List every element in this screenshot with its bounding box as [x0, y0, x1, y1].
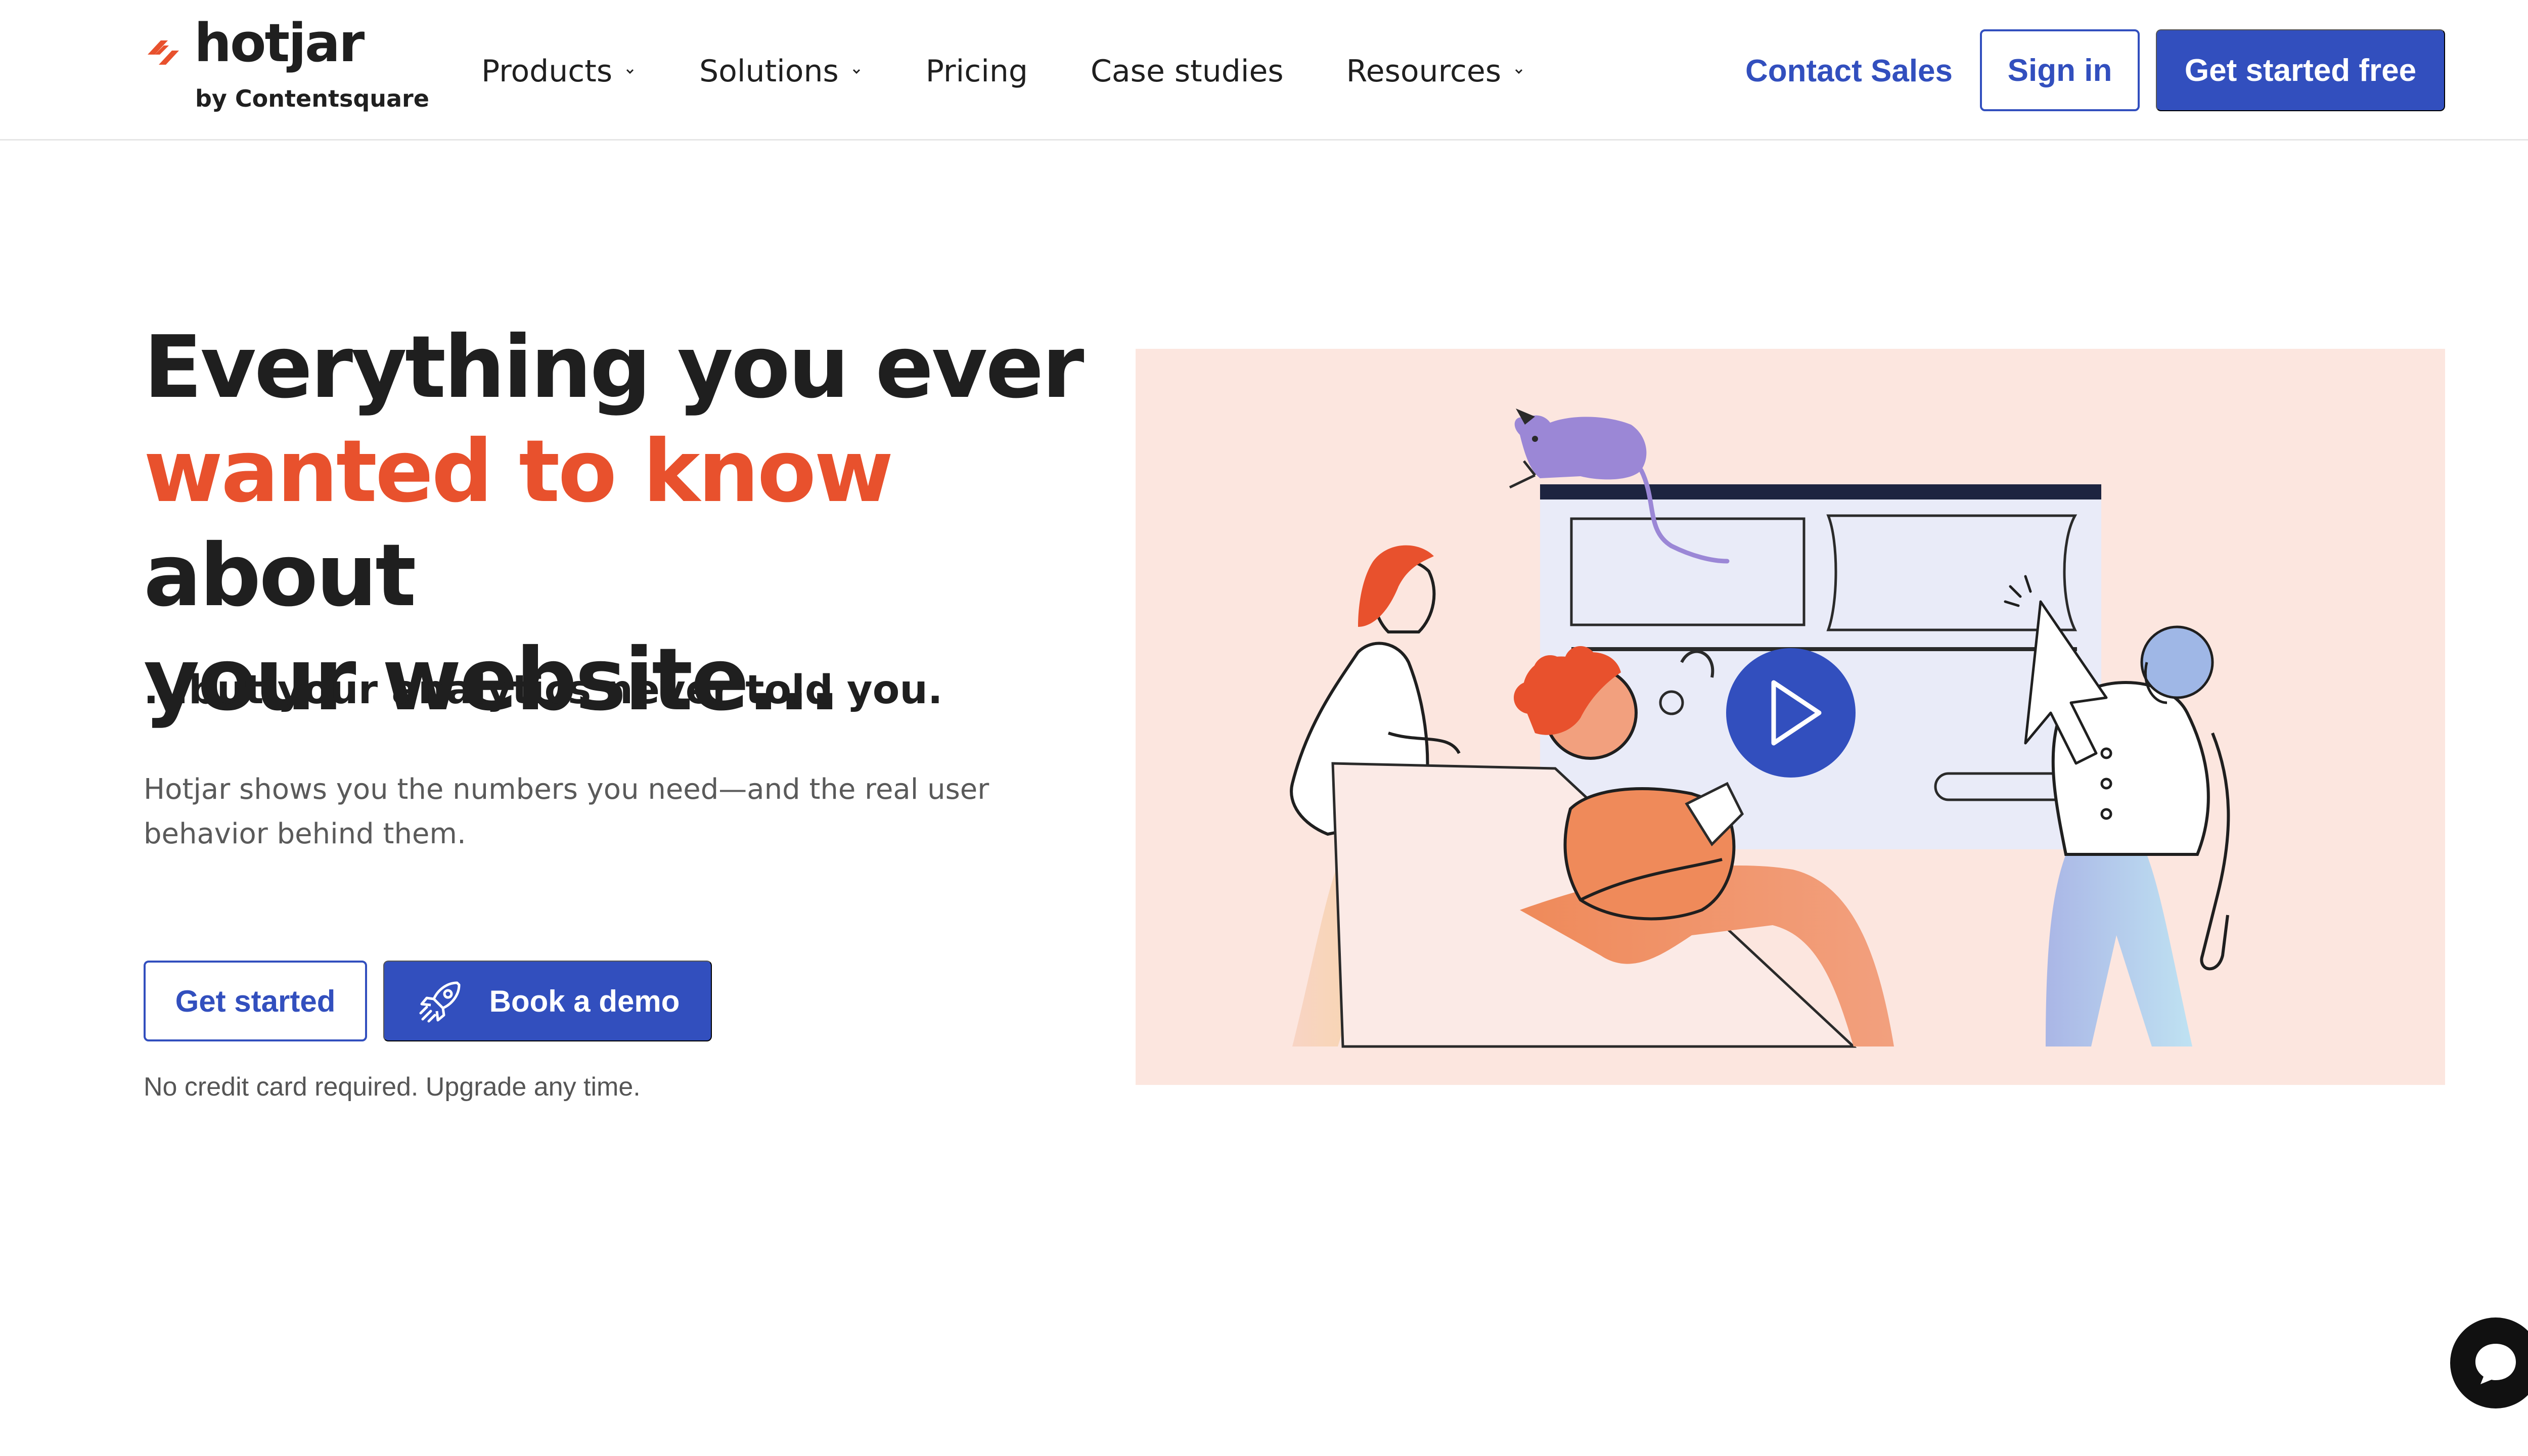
book-demo-label: Book a demo: [489, 984, 680, 1018]
hero-title-after-accent: about: [144, 526, 416, 626]
chevron-down-icon: [852, 69, 860, 74]
chat-widget-button[interactable]: [2450, 1317, 2528, 1408]
logo-tagline: by Contentsquare: [195, 85, 429, 112]
hero-description: Hotjar shows you the numbers you need—an…: [144, 773, 989, 850]
get-started-button[interactable]: Get started: [144, 961, 367, 1041]
nav-item-resources[interactable]: Resources: [1346, 54, 1525, 89]
hero-video[interactable]: [1136, 349, 2445, 1085]
hotjar-logo-icon: [148, 40, 179, 65]
main-nav: Products Solutions Pricing Case studies …: [481, 49, 1588, 94]
hero-title-accent: wanted to know: [144, 422, 893, 522]
nav-item-pricing[interactable]: Pricing: [926, 54, 1028, 89]
hotjar-logo[interactable]: hotjar by Contentsquare: [144, 12, 429, 122]
nav-item-label: Resources: [1346, 54, 1502, 89]
nav-item-label: Products: [481, 54, 613, 89]
play-button[interactable]: [1726, 648, 1856, 778]
book-demo-button[interactable]: Book a demo: [383, 961, 712, 1041]
chevron-down-icon: [626, 69, 634, 74]
nav-item-case-studies[interactable]: Case studies: [1091, 54, 1284, 89]
contact-sales-link[interactable]: Contact Sales: [1745, 49, 1953, 94]
logo-wordmark: hotjar: [194, 12, 365, 74]
hero-subtitle: ...but your analytics never told you.: [144, 667, 943, 713]
nav-item-solutions[interactable]: Solutions: [699, 54, 863, 89]
hero-illustration: [1290, 408, 2230, 1048]
sign-in-button[interactable]: Sign in: [1980, 29, 2140, 111]
chevron-down-icon: [1515, 69, 1523, 74]
nav-item-label: Case studies: [1091, 54, 1284, 89]
chat-bubble-icon: [2475, 1344, 2516, 1384]
no-credit-card-note: No credit card required. Upgrade any tim…: [144, 1072, 641, 1102]
site-header: hotjar by Contentsquare Products Solutio…: [0, 0, 2528, 141]
rocket-icon: [419, 981, 461, 1023]
hero-title-line1: Everything you ever: [144, 317, 1084, 418]
nav-item-label: Solutions: [699, 54, 839, 89]
get-started-free-button[interactable]: Get started free: [2156, 29, 2445, 111]
nav-item-label: Pricing: [925, 54, 1028, 89]
nav-item-products[interactable]: Products: [481, 54, 637, 89]
